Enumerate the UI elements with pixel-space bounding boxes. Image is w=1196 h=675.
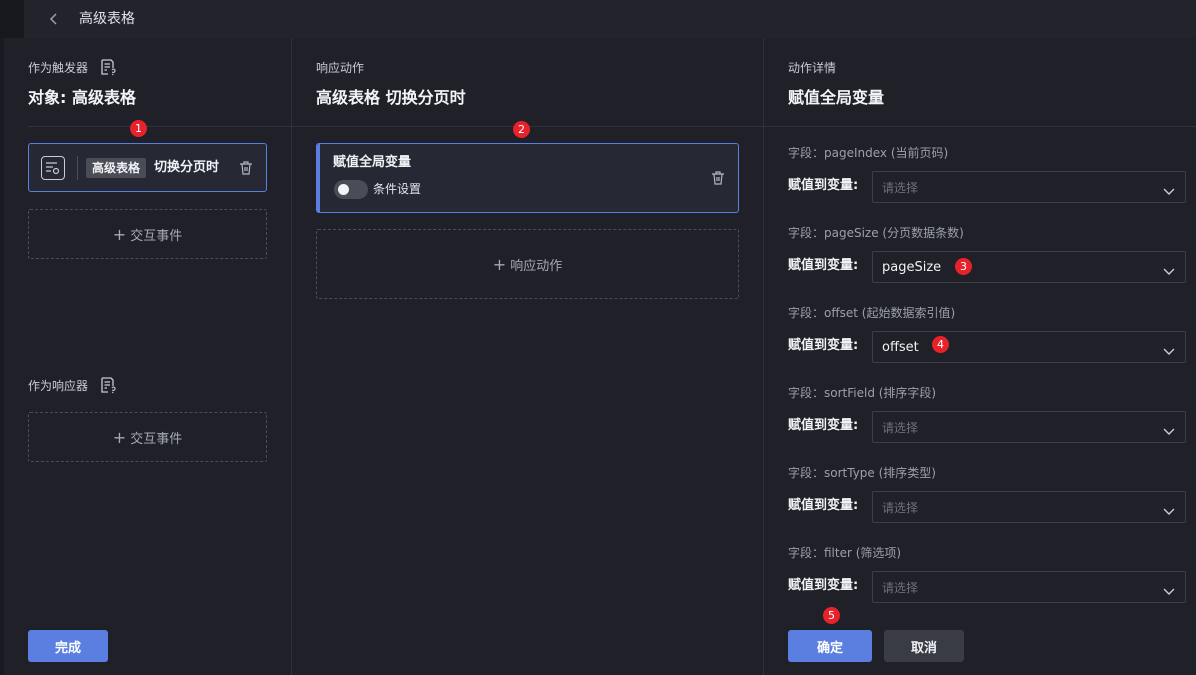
condition-toggle-label: 条件设置 bbox=[373, 182, 422, 196]
select-value: pageSize bbox=[882, 260, 942, 275]
object-tag: 高级表格 bbox=[86, 158, 147, 178]
select-value: offset bbox=[882, 340, 919, 355]
assign-to-variable-label: 赋值到变量: bbox=[788, 258, 859, 273]
add-interaction-event-button[interactable]: + 交互事件 bbox=[28, 209, 267, 259]
select-placeholder: 请选择 bbox=[882, 421, 919, 435]
top-bar: 高级表格 bbox=[0, 0, 1196, 38]
step-badge: 3 bbox=[955, 258, 972, 275]
plus-icon: + bbox=[112, 427, 127, 447]
detail-title: 赋值全局变量 bbox=[788, 88, 885, 107]
divider bbox=[291, 38, 292, 675]
step-badge: 2 bbox=[513, 121, 530, 138]
trigger-event-label: 切换分页时 bbox=[154, 160, 220, 175]
responder-section-label: 作为响应器 bbox=[28, 379, 89, 393]
variable-select[interactable]: 请选择 bbox=[872, 491, 1186, 523]
detail-section-label: 动作详情 bbox=[788, 61, 837, 75]
chevron-down-icon bbox=[1163, 342, 1175, 355]
step-badge: 5 bbox=[823, 607, 840, 624]
back-arrow-icon[interactable] bbox=[46, 9, 62, 29]
done-button[interactable]: 完成 bbox=[28, 630, 108, 662]
assign-to-variable-label: 赋值到变量: bbox=[788, 418, 859, 433]
left-edge bbox=[0, 0, 24, 38]
field-label: 字段：sortType (排序类型) bbox=[788, 466, 936, 480]
confirm-button[interactable]: 确定 bbox=[788, 630, 872, 662]
object-title: 对象: 高级表格 bbox=[28, 88, 136, 107]
chevron-down-icon bbox=[1163, 182, 1175, 195]
header-divider bbox=[28, 126, 1196, 127]
field-label: 字段：filter (筛选项) bbox=[788, 546, 902, 560]
add-event-label: 交互事件 bbox=[130, 228, 183, 244]
field-label: 字段：pageSize (分页数据条数) bbox=[788, 226, 964, 240]
add-action-label: 响应动作 bbox=[510, 258, 563, 274]
doc-info-icon[interactable] bbox=[100, 59, 116, 76]
trigger-section-label: 作为触发器 bbox=[28, 61, 89, 75]
divider bbox=[763, 38, 764, 675]
variable-select[interactable]: 请选择 bbox=[872, 411, 1186, 443]
assign-to-variable-label: 赋值到变量: bbox=[788, 498, 859, 513]
plus-icon: + bbox=[492, 254, 507, 274]
variable-select[interactable]: 请选择 bbox=[872, 571, 1186, 603]
chevron-down-icon bbox=[1163, 262, 1175, 275]
trash-icon[interactable] bbox=[710, 170, 726, 186]
action-title: 赋值全局变量 bbox=[333, 155, 412, 170]
step-badge: 4 bbox=[932, 336, 949, 353]
response-section-label: 响应动作 bbox=[316, 61, 365, 75]
doc-info-icon[interactable] bbox=[100, 377, 116, 394]
select-placeholder: 请选择 bbox=[882, 501, 919, 515]
variable-select[interactable]: 请选择 bbox=[872, 171, 1186, 203]
action-card[interactable]: 赋值全局变量 条件设置 bbox=[316, 143, 739, 213]
step-badge: 1 bbox=[130, 120, 147, 137]
chevron-down-icon bbox=[1163, 582, 1175, 595]
field-label: 字段：sortField (排序字段) bbox=[788, 386, 937, 400]
trigger-panel bbox=[4, 38, 291, 675]
chevron-down-icon bbox=[1163, 502, 1175, 515]
plus-icon: + bbox=[112, 224, 127, 244]
add-event-label: 交互事件 bbox=[130, 431, 183, 447]
condition-toggle[interactable] bbox=[334, 180, 368, 199]
assign-to-variable-label: 赋值到变量: bbox=[788, 578, 859, 593]
variable-select[interactable]: pageSize bbox=[872, 251, 1186, 283]
response-title: 高级表格 切换分页时 bbox=[316, 88, 466, 107]
trash-icon[interactable] bbox=[238, 160, 254, 176]
chevron-down-icon bbox=[1163, 422, 1175, 435]
select-placeholder: 请选择 bbox=[882, 581, 919, 595]
card-separator bbox=[77, 156, 78, 180]
field-label: 字段：pageIndex (当前页码) bbox=[788, 146, 949, 160]
toggle-knob bbox=[338, 184, 349, 195]
trigger-card[interactable]: 高级表格 切换分页时 bbox=[28, 143, 267, 192]
selected-indicator bbox=[317, 144, 320, 212]
assign-to-variable-label: 赋值到变量: bbox=[788, 338, 859, 353]
add-response-action-button[interactable]: + 响应动作 bbox=[316, 229, 739, 299]
cancel-button[interactable]: 取消 bbox=[884, 630, 964, 662]
variable-select[interactable]: offset bbox=[872, 331, 1186, 363]
field-label: 字段：offset (起始数据索引值) bbox=[788, 306, 956, 320]
page-title: 高级表格 bbox=[79, 11, 135, 27]
assign-to-variable-label: 赋值到变量: bbox=[788, 178, 859, 193]
select-placeholder: 请选择 bbox=[882, 181, 919, 195]
trigger-object-icon bbox=[41, 156, 65, 180]
add-responder-event-button[interactable]: + 交互事件 bbox=[28, 412, 267, 462]
